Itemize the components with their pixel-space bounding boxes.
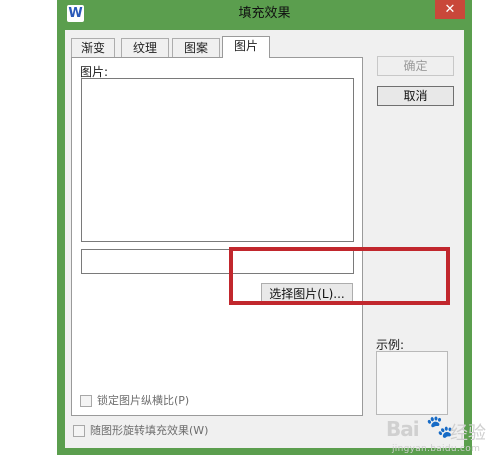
close-button[interactable]: ✕ bbox=[435, 0, 465, 19]
rotate-fill-checkbox-row[interactable]: 随图形旋转填充效果(W) bbox=[73, 423, 208, 439]
tab-picture[interactable]: 图片 bbox=[222, 36, 270, 58]
tab-gradient[interactable]: 渐变 bbox=[71, 38, 115, 57]
cancel-button[interactable]: 取消 bbox=[377, 86, 454, 106]
tab-pattern[interactable]: 图案 bbox=[172, 38, 220, 57]
ok-button[interactable]: 确定 bbox=[377, 56, 454, 76]
lock-aspect-checkbox[interactable] bbox=[80, 395, 92, 407]
picture-preview bbox=[81, 78, 354, 242]
picture-path-field[interactable] bbox=[81, 249, 354, 274]
sample-preview bbox=[376, 351, 448, 415]
fill-effects-dialog: W 填充效果 ✕ 渐变 纹理 图案 图片 图片: 选择图片(L)... 锁定图片… bbox=[57, 0, 472, 455]
title-bar[interactable]: W 填充效果 ✕ bbox=[57, 0, 472, 28]
lock-aspect-label: 锁定图片纵横比(P) bbox=[97, 394, 190, 407]
lock-aspect-checkbox-row[interactable]: 锁定图片纵横比(P) bbox=[80, 393, 189, 409]
tab-texture[interactable]: 纹理 bbox=[121, 38, 169, 57]
dialog-body: 渐变 纹理 图案 图片 图片: 选择图片(L)... 锁定图片纵横比(P) 随图… bbox=[65, 30, 464, 448]
rotate-fill-checkbox[interactable] bbox=[73, 425, 85, 437]
dialog-title: 填充效果 bbox=[238, 6, 291, 21]
select-picture-button[interactable]: 选择图片(L)... bbox=[261, 283, 353, 305]
rotate-fill-label: 随图形旋转填充效果(W) bbox=[90, 424, 209, 437]
picture-tab-panel: 图片: 选择图片(L)... 锁定图片纵横比(P) bbox=[71, 57, 363, 416]
